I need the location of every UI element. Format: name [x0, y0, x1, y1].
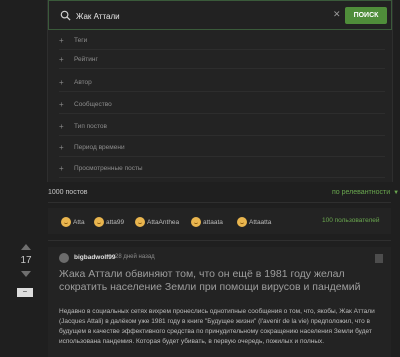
avatar: [61, 217, 71, 227]
filter-tags[interactable]: + Теги: [59, 32, 385, 50]
plus-icon: +: [59, 100, 64, 109]
avatar: [191, 217, 201, 227]
chevron-down-icon: ▼: [393, 190, 400, 196]
filter-author[interactable]: + Автор: [59, 74, 385, 92]
filter-label: Рейтинг: [74, 56, 98, 63]
users-strip: Atta atta99 AttaAnthea attaata Attaatta …: [48, 208, 391, 234]
post-title[interactable]: Жака Аттали обвиняют том, что он ещё в 1…: [59, 268, 385, 294]
user-chip[interactable]: Attaatta: [237, 217, 271, 227]
users-count-link[interactable]: 100 пользователей: [322, 217, 380, 224]
filter-label: Автор: [74, 79, 92, 86]
filter-label: Тип постов: [74, 123, 107, 130]
vote-widget: 17: [17, 244, 35, 277]
filter-post-type[interactable]: + Тип постов: [59, 118, 385, 136]
user-name: attaata: [203, 218, 223, 226]
user-chip[interactable]: attaata: [191, 217, 223, 227]
avatar: [135, 217, 145, 227]
user-chip[interactable]: Atta: [61, 217, 85, 227]
search-input[interactable]: [76, 7, 326, 25]
collapse-button[interactable]: –: [17, 288, 33, 297]
plus-icon: +: [59, 55, 64, 64]
sort-dropdown[interactable]: по релевантности ▼: [332, 189, 399, 196]
user-name: atta99: [106, 218, 125, 226]
plus-icon: +: [59, 78, 64, 87]
post-rating: 17: [20, 255, 32, 266]
user-chip[interactable]: AttaAnthea: [135, 217, 179, 227]
bookmark-icon[interactable]: [375, 254, 383, 263]
clear-icon[interactable]: ✕: [333, 9, 341, 20]
results-count: 1000 постов: [48, 189, 88, 196]
search-panel: ✕ ПОИСК + Теги + Рейтинг + Автор + Сообществ…: [47, 0, 393, 182]
sort-label: по релевантности: [332, 189, 391, 196]
plus-icon: +: [59, 164, 64, 173]
filter-time-period[interactable]: + Период времени: [59, 139, 385, 157]
avatar[interactable]: [59, 253, 69, 263]
user-name: Attaatta: [249, 218, 272, 226]
filter-label: Период времени: [74, 144, 125, 151]
user-name: Atta: [73, 218, 85, 226]
user-name: AttaAnthea: [147, 218, 180, 226]
search-bar: ✕ ПОИСК: [48, 0, 392, 30]
filter-label: Просмотренные посты: [74, 165, 143, 172]
filter-viewed-posts[interactable]: + Просмотренные посты: [59, 160, 385, 178]
post-time: 28 дней назад: [115, 254, 155, 260]
divider: [48, 240, 391, 241]
plus-icon: +: [59, 36, 64, 45]
avatar: [237, 217, 247, 227]
plus-icon: +: [59, 122, 64, 131]
post-card: bigbadwolf99 28 дней назад Жака Аттали о…: [48, 247, 391, 357]
downvote-icon[interactable]: [21, 271, 31, 277]
divider: [48, 202, 391, 203]
avatar: [94, 217, 104, 227]
filter-community[interactable]: + Сообщество: [59, 96, 385, 114]
filter-label: Сообщество: [74, 101, 112, 108]
filter-label: Теги: [74, 37, 88, 44]
search-icon: [60, 10, 71, 21]
post-body: Недавно в социальных сетях вихрем пронес…: [59, 308, 375, 345]
search-button[interactable]: ПОИСК: [345, 7, 387, 24]
upvote-icon[interactable]: [21, 244, 31, 250]
post-author[interactable]: bigbadwolf99: [74, 254, 116, 261]
filter-rating[interactable]: + Рейтинг: [59, 51, 385, 69]
plus-icon: +: [59, 143, 64, 152]
user-chip[interactable]: atta99: [94, 217, 124, 227]
